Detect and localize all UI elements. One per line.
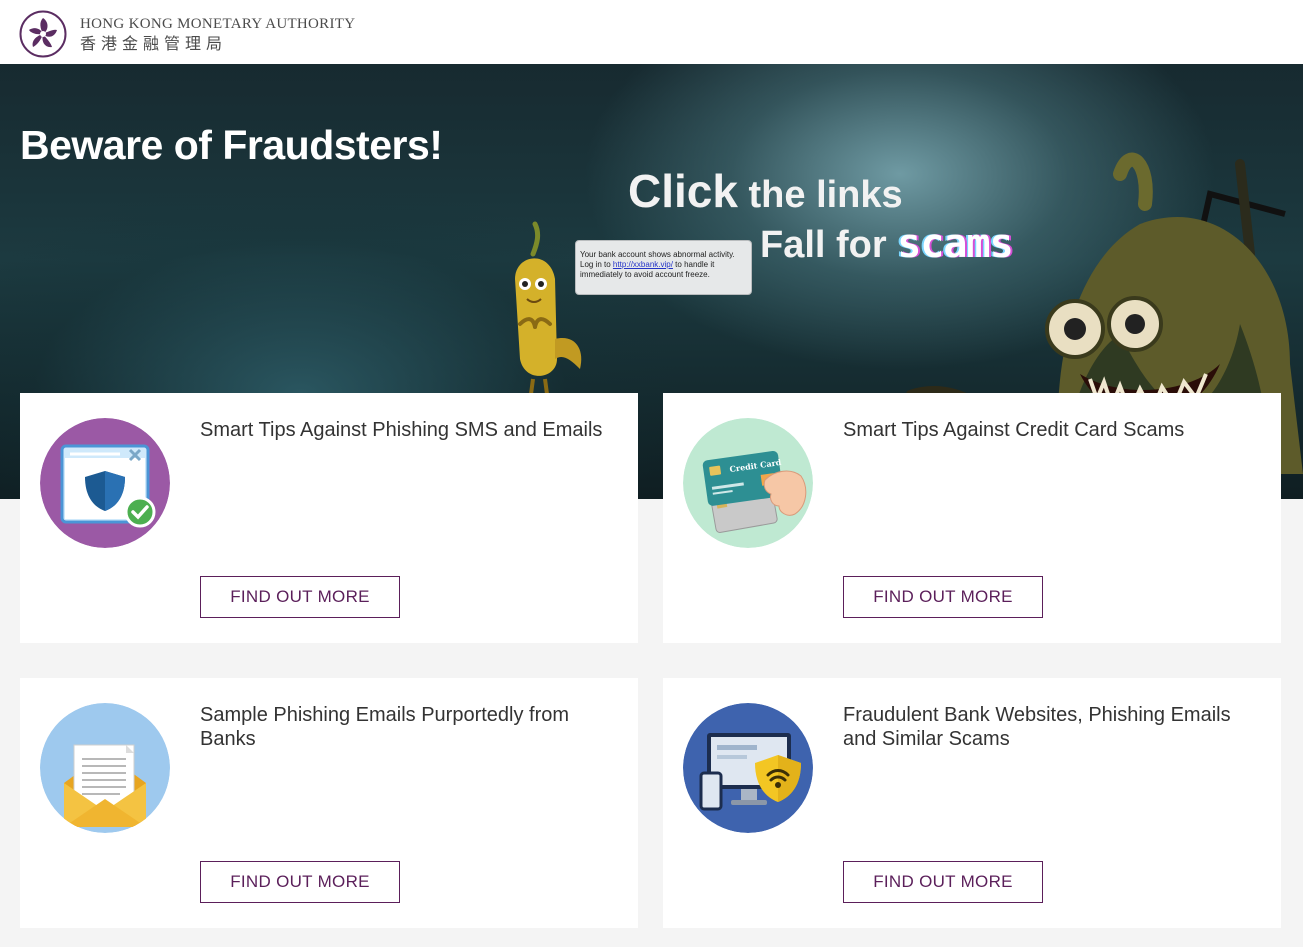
phishing-sms-bubble: Your bank account shows abnormal activit… bbox=[575, 240, 752, 295]
devices-wifi-shield-icon bbox=[683, 703, 813, 833]
card-sample-phishing-emails: Sample Phishing Emails Purportedly from … bbox=[20, 678, 638, 928]
site-header: HONG KONG MONETARY AUTHORITY 香港金融管理局 bbox=[0, 0, 1303, 64]
credit-card-icon: Credit Card bbox=[683, 418, 813, 548]
org-name-en: HONG KONG MONETARY AUTHORITY bbox=[80, 15, 356, 32]
shield-browser-icon bbox=[40, 418, 170, 548]
bubble-line2: Log in to http://xxbank.vip/ to handle i… bbox=[580, 260, 747, 270]
bubble-line1: Your bank account shows abnormal activit… bbox=[580, 250, 735, 259]
hero-title: Beware of Fraudsters! bbox=[20, 122, 443, 168]
bubble-line3: immediately to avoid account freeze. bbox=[580, 270, 710, 279]
hero-tagline-line1: Click the links bbox=[628, 164, 903, 218]
card-title: Smart Tips Against Credit Card Scams bbox=[843, 419, 1185, 441]
find-out-more-button[interactable]: FIND OUT MORE bbox=[843, 576, 1043, 618]
hero-tagline-scams: scams bbox=[897, 221, 1013, 267]
hero-tagline-fall: Fall for bbox=[760, 224, 898, 266]
card-credit-card-tips: Credit Card Smart Tips Against Credit Ca… bbox=[663, 393, 1281, 643]
bubble-phishing-link: http://xxbank.vip/ bbox=[612, 260, 673, 269]
hkma-logo[interactable]: HONG KONG MONETARY AUTHORITY 香港金融管理局 bbox=[19, 10, 355, 58]
hero-tagline-click: Click bbox=[628, 165, 738, 217]
card-title: Smart Tips Against Phishing SMS and Emai… bbox=[200, 419, 603, 441]
org-name-zh: 香港金融管理局 bbox=[80, 33, 228, 53]
find-out-more-button[interactable]: FIND OUT MORE bbox=[200, 576, 400, 618]
card-phishing-sms-tips: Smart Tips Against Phishing SMS and Emai… bbox=[20, 393, 638, 643]
email-envelope-icon bbox=[40, 703, 170, 833]
find-out-more-button[interactable]: FIND OUT MORE bbox=[843, 861, 1043, 903]
card-title: Fraudulent Bank Websites, Phishing Email… bbox=[843, 704, 1231, 750]
hero-tagline-line2: Fall for scams bbox=[760, 221, 1014, 267]
bubble-line2-post: to handle it bbox=[672, 260, 715, 269]
card-title: Sample Phishing Emails Purportedly from … bbox=[200, 704, 570, 750]
hero-tagline-links: the links bbox=[737, 174, 903, 216]
find-out-more-button[interactable]: FIND OUT MORE bbox=[200, 861, 400, 903]
bubble-line2-pre: Log in to bbox=[580, 260, 613, 269]
bauhinia-logo-icon bbox=[19, 10, 67, 58]
card-fraudulent-bank-websites: Fraudulent Bank Websites, Phishing Email… bbox=[663, 678, 1281, 928]
